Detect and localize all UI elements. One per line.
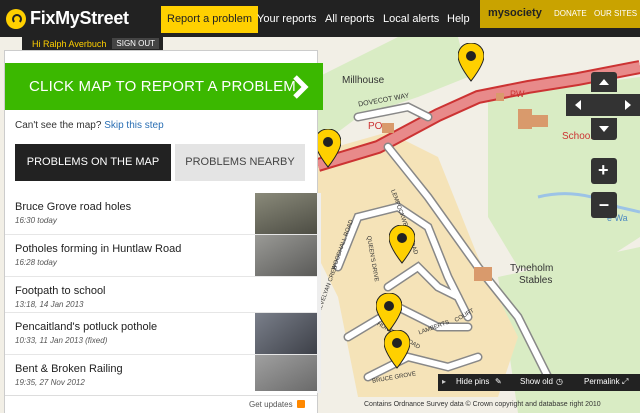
zoom-out-button[interactable]: –	[591, 192, 617, 218]
map-label-tyneholm: Tyneholm	[510, 263, 554, 274]
show-old-link[interactable]: Show old	[520, 377, 553, 386]
our-sites-link[interactable]: OUR SITES	[594, 9, 637, 18]
logo[interactable]: FixMyStreet	[6, 8, 129, 29]
tab-problems-nearby[interactable]: PROBLEMS NEARBY	[175, 144, 305, 181]
map-bottom-bar: ▸ Hide pins ✎ Show old ◷ Permalink ⤢	[438, 374, 640, 391]
hide-pins-link[interactable]: Hide pins	[456, 377, 489, 386]
problem-thumbnail	[255, 235, 317, 276]
pan-right-button[interactable]	[616, 94, 640, 116]
list-item[interactable]: Potholes forming in Huntlaw Road 16:28 t…	[5, 235, 317, 277]
zoom-in-button[interactable]: +	[591, 158, 617, 184]
problem-title: Potholes forming in Huntlaw Road	[15, 243, 182, 255]
user-greeting: Hi Ralph Averbuch	[32, 38, 107, 49]
permalink-link[interactable]: Permalink	[584, 377, 620, 386]
chevron-down-icon	[599, 126, 609, 132]
link-icon: ⤢	[622, 377, 629, 386]
skip-step-link[interactable]: Skip this step	[104, 120, 163, 131]
zoom-in-label: +	[598, 160, 609, 180]
chevron-right-icon	[293, 75, 309, 99]
list-footer: Get updates	[5, 395, 317, 413]
problem-title: Pencaitland's potluck pothole	[15, 321, 158, 333]
mysociety-logo[interactable]: mysociety	[488, 7, 542, 19]
nav-local-alerts[interactable]: Local alerts	[383, 6, 439, 33]
map-pin-icon[interactable]	[318, 129, 341, 169]
map-pin-icon[interactable]	[384, 330, 410, 370]
problem-date: 10:33, 11 Jan 2013 (fixed)	[15, 336, 108, 345]
map-label-school: School	[562, 131, 593, 142]
list-item[interactable]: Pencaitland's potluck pothole 10:33, 11 …	[5, 313, 317, 355]
get-updates-link[interactable]: Get updates	[249, 400, 293, 409]
nav-report-problem[interactable]: Report a problem	[161, 6, 258, 33]
report-problem-cta: CLICK MAP TO REPORT A PROBLEM	[29, 78, 297, 95]
map-label-po: PO	[368, 121, 383, 132]
report-problem-banner[interactable]: CLICK MAP TO REPORT A PROBLEM	[5, 63, 323, 110]
map-label-stables: Stables	[519, 275, 553, 286]
sign-out-button[interactable]: SIGN OUT	[112, 38, 160, 49]
cant-see-map: Can't see the map? Skip this step	[15, 120, 164, 131]
problem-title: Bruce Grove road holes	[15, 201, 132, 213]
list-item[interactable]: Bruce Grove road holes 16:30 today	[5, 193, 317, 235]
problem-date: 16:30 today	[15, 216, 57, 225]
map-pin-icon[interactable]	[389, 225, 415, 265]
cant-see-text: Can't see the map?	[15, 120, 102, 131]
problem-title: Footpath to school	[15, 285, 106, 297]
sidebar: CLICK MAP TO REPORT A PROBLEM Can't see …	[4, 50, 323, 413]
problem-date: 13:18, 14 Jan 2013	[15, 300, 84, 309]
pan-up-button[interactable]	[591, 72, 617, 92]
logo-text: FixMyStreet	[30, 8, 129, 28]
donate-link[interactable]: DONATE	[554, 9, 587, 18]
rss-icon[interactable]	[297, 400, 305, 408]
mysociety-strip	[480, 28, 640, 37]
fixmystreet-logo-icon	[6, 8, 26, 29]
problem-list: Bruce Grove road holes 16:30 today Potho…	[5, 193, 317, 391]
mysociety-banner: mysociety DONATE OUR SITES	[480, 0, 640, 28]
problem-date: 16:28 today	[15, 258, 57, 267]
problem-date: 19:35, 27 Nov 2012	[15, 378, 85, 387]
pin-icon: ✎	[495, 377, 502, 386]
nav-help[interactable]: Help	[447, 6, 470, 33]
list-item[interactable]: Footpath to school 13:18, 14 Jan 2013	[5, 277, 317, 313]
nav-your-reports[interactable]: Your reports	[257, 6, 317, 33]
pan-horizontal-controls	[566, 94, 640, 116]
tab-problems-on-map[interactable]: PROBLEMS ON THE MAP	[15, 144, 171, 181]
problem-thumbnail	[255, 313, 317, 354]
pan-down-button[interactable]	[591, 118, 617, 140]
map-copyright: Contains Ordnance Survey data © Crown co…	[364, 401, 601, 408]
zoom-out-label: –	[599, 194, 610, 214]
nav-all-reports[interactable]: All reports	[325, 6, 375, 33]
chevron-up-icon	[599, 79, 609, 85]
list-item[interactable]: Bent & Broken Railing 19:35, 27 Nov 2012	[5, 355, 317, 391]
problem-thumbnail	[255, 355, 317, 391]
list-scrollbar[interactable]	[317, 193, 321, 393]
collapse-arrow-icon[interactable]: ▸	[442, 377, 446, 386]
pan-left-button[interactable]	[566, 94, 590, 116]
problem-title: Bent & Broken Railing	[15, 363, 123, 375]
clock-icon: ◷	[556, 377, 563, 386]
problem-thumbnail	[255, 193, 317, 234]
map-pin-icon[interactable]	[376, 293, 402, 333]
map-label-millhouse: Millhouse	[342, 75, 385, 86]
map-label-pw: PW	[510, 89, 525, 99]
map-pin-icon[interactable]	[458, 43, 484, 83]
user-bar: Hi Ralph Averbuch SIGN OUT	[22, 37, 164, 50]
